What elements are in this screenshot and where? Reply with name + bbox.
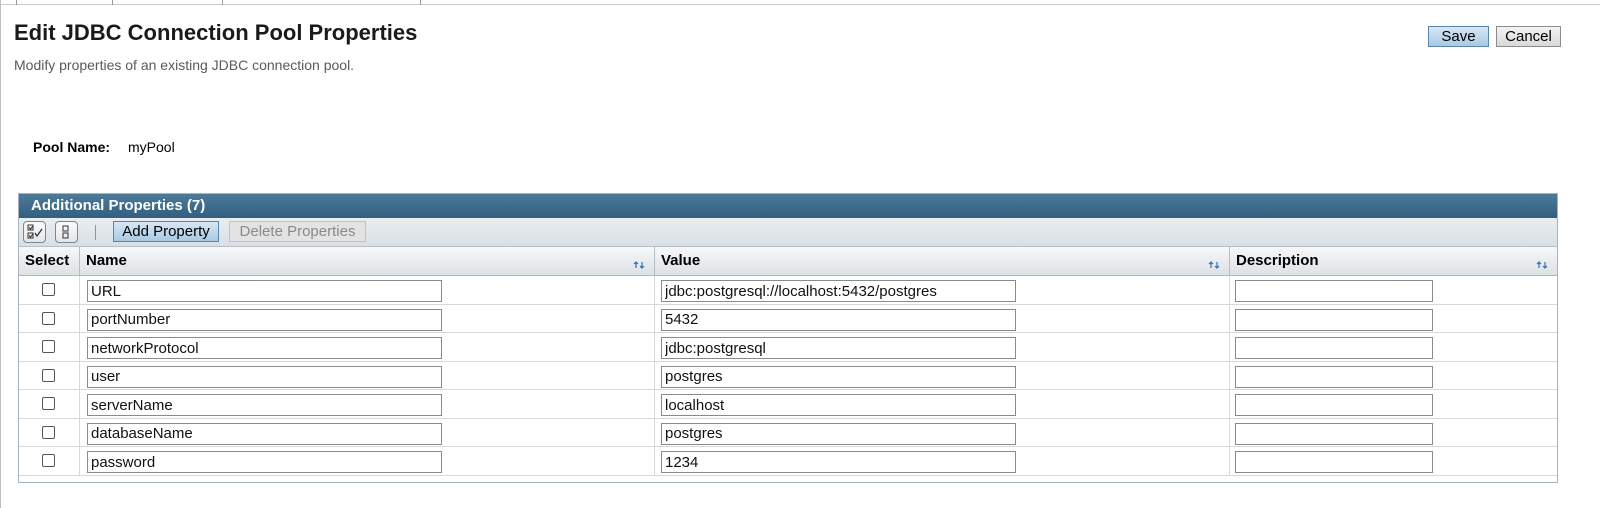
row-select-checkbox[interactable] [42, 397, 55, 410]
description-cell [1230, 447, 1557, 475]
add-property-button[interactable]: Add Property [113, 221, 219, 242]
delete-properties-button[interactable]: Delete Properties [229, 221, 366, 242]
column-header-value[interactable]: Value [655, 247, 1230, 275]
value-cell [655, 418, 1230, 446]
table-row [19, 333, 1557, 362]
row-select-checkbox[interactable] [42, 425, 55, 439]
pool-name-value: myPool [128, 139, 175, 155]
cancel-button[interactable]: Cancel [1496, 26, 1561, 47]
deselect-all-icon [62, 225, 69, 239]
select-cell [19, 361, 80, 389]
property-description-input[interactable] [1235, 365, 1433, 388]
save-button[interactable]: Save [1428, 26, 1489, 47]
pool-name-label: Pool Name: [33, 139, 111, 155]
table-row [19, 390, 1557, 419]
description-cell [1230, 419, 1557, 447]
property-description-input[interactable] [1235, 308, 1433, 331]
name-cell [80, 276, 655, 304]
value-cell [655, 390, 1230, 418]
table-row [19, 276, 1557, 305]
name-cell [80, 390, 655, 418]
property-value-input[interactable] [661, 451, 1016, 473]
name-cell [80, 418, 655, 446]
description-cell [1230, 390, 1557, 418]
column-header-description-label: Description [1236, 252, 1319, 269]
row-select-checkbox[interactable] [42, 311, 55, 325]
property-description-input[interactable] [1235, 337, 1433, 359]
name-cell [80, 333, 655, 361]
property-value-input[interactable] [661, 394, 1016, 416]
column-header-value-label: Value [661, 252, 701, 269]
select-cell [19, 418, 80, 446]
table-row [19, 447, 1557, 476]
select-cell [19, 276, 80, 304]
select-all-icon [27, 224, 43, 239]
value-cell [655, 304, 1230, 332]
value-cell [655, 447, 1230, 475]
tab-divider [16, 0, 17, 5]
table-header-row: Select Name Value Description [19, 247, 1557, 276]
property-name-input[interactable] [87, 394, 442, 416]
value-cell [655, 361, 1230, 389]
column-header-name[interactable]: Name [80, 247, 655, 275]
value-cell [655, 276, 1230, 304]
row-select-checkbox[interactable] [42, 283, 55, 296]
tab-divider [112, 0, 113, 5]
property-description-input[interactable] [1235, 280, 1433, 302]
value-cell [655, 333, 1230, 361]
property-name-input[interactable] [87, 280, 442, 302]
table-row [19, 304, 1557, 333]
property-name-input[interactable] [87, 365, 442, 388]
tab-divider [222, 0, 223, 5]
property-name-input[interactable] [87, 422, 442, 445]
row-select-checkbox[interactable] [42, 368, 55, 382]
toolbar-separator [95, 225, 96, 240]
select-cell [19, 304, 80, 332]
description-cell [1230, 276, 1557, 304]
table-row [19, 361, 1557, 390]
column-header-name-label: Name [86, 252, 127, 269]
table-actions-bar: Add Property Delete Properties [19, 218, 1557, 247]
tab-divider [420, 0, 421, 5]
row-select-checkbox[interactable] [42, 340, 55, 353]
additional-properties-table: Additional Properties (7) Add Property D… [18, 193, 1558, 483]
table-row [19, 418, 1557, 447]
deselect-all-button[interactable] [55, 221, 78, 243]
property-value-input[interactable] [661, 422, 1016, 445]
property-name-input[interactable] [87, 308, 442, 331]
left-border [0, 0, 1, 508]
property-value-input[interactable] [661, 280, 1016, 302]
property-value-input[interactable] [661, 308, 1016, 331]
select-cell [19, 333, 80, 361]
name-cell [80, 447, 655, 475]
description-cell [1230, 362, 1557, 390]
property-description-input[interactable] [1235, 451, 1433, 473]
name-cell [80, 304, 655, 332]
sort-icon[interactable] [1536, 260, 1548, 270]
property-name-input[interactable] [87, 451, 442, 473]
table-title: Additional Properties (7) [19, 194, 1557, 218]
property-value-input[interactable] [661, 337, 1016, 359]
page-help-text: Modify properties of an existing JDBC co… [14, 57, 355, 73]
row-select-checkbox[interactable] [42, 454, 55, 467]
property-name-input[interactable] [87, 337, 442, 359]
column-header-select: Select [19, 247, 80, 275]
sort-icon[interactable] [633, 260, 645, 270]
property-description-input[interactable] [1235, 394, 1433, 416]
property-description-input[interactable] [1235, 422, 1433, 445]
name-cell [80, 361, 655, 389]
sort-icon[interactable] [1208, 260, 1220, 270]
select-cell [19, 390, 80, 418]
description-cell [1230, 305, 1557, 333]
top-tab-strip [0, 0, 1600, 5]
column-header-description[interactable]: Description [1230, 247, 1557, 275]
property-value-input[interactable] [661, 365, 1016, 388]
select-all-button[interactable] [23, 221, 46, 243]
select-cell [19, 447, 80, 475]
page-title: Edit JDBC Connection Pool Properties [14, 20, 418, 45]
description-cell [1230, 333, 1557, 361]
